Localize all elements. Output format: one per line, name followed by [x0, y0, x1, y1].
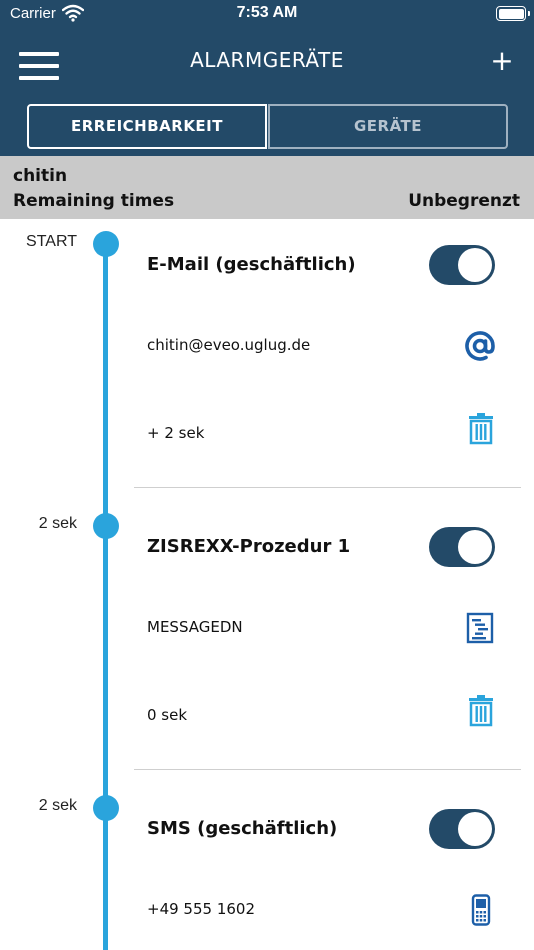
- entry-detail: chitin@eveo.uglug.de: [147, 336, 311, 354]
- entry-detail: MESSAGEDN: [147, 618, 243, 636]
- tab-geraete[interactable]: GERÄTE: [268, 104, 508, 149]
- timeline-label: 2 sek: [38, 797, 77, 814]
- email-toggle[interactable]: [429, 245, 495, 285]
- entry-detail: +49 555 1602: [147, 900, 255, 918]
- entry-delay: 0 sek: [147, 706, 188, 724]
- timeline-dot: [93, 513, 119, 539]
- entry-title: SMS (geschäftlich): [147, 818, 338, 839]
- entry-title: E-Mail (geschäftlich): [147, 254, 356, 275]
- info-band: chitin Remaining times Unbegrenzt: [0, 156, 534, 219]
- tab-erreichbarkeit[interactable]: ERREICHBARKEIT: [27, 104, 267, 149]
- clock: 7:53 AM: [236, 4, 298, 21]
- battery-icon: [496, 6, 530, 21]
- status-bar: Carrier 7:53 AM: [0, 0, 534, 30]
- page-title: ALARMGERÄTE: [190, 48, 344, 72]
- timeline-label: START: [26, 233, 77, 250]
- entry-divider: [134, 769, 521, 770]
- sms-toggle[interactable]: [429, 809, 495, 849]
- remaining-times-value: Unbegrenzt: [408, 191, 520, 211]
- mobile-phone-icon[interactable]: [470, 894, 492, 926]
- timeline-dot: [93, 795, 119, 821]
- entry-divider: [134, 487, 521, 488]
- procedure-toggle[interactable]: [429, 527, 495, 567]
- profile-name: chitin: [13, 166, 68, 186]
- entry-delay: + 2 sek: [147, 424, 205, 442]
- app-header: Carrier 7:53 AM ALARMGERÄTE + ERREICHBAR…: [0, 0, 534, 156]
- timeline-dot: [93, 231, 119, 257]
- timeline-line: [103, 244, 108, 950]
- script-document-icon[interactable]: [466, 612, 494, 644]
- trash-icon[interactable]: [467, 413, 495, 445]
- entry-title: ZISREXX-Prozedur 1: [147, 536, 351, 557]
- add-button[interactable]: +: [487, 46, 517, 76]
- trash-icon[interactable]: [467, 695, 495, 727]
- at-sign-icon[interactable]: [464, 330, 496, 362]
- timeline-label: 2 sek: [38, 515, 77, 532]
- remaining-times-label: Remaining times: [13, 191, 175, 211]
